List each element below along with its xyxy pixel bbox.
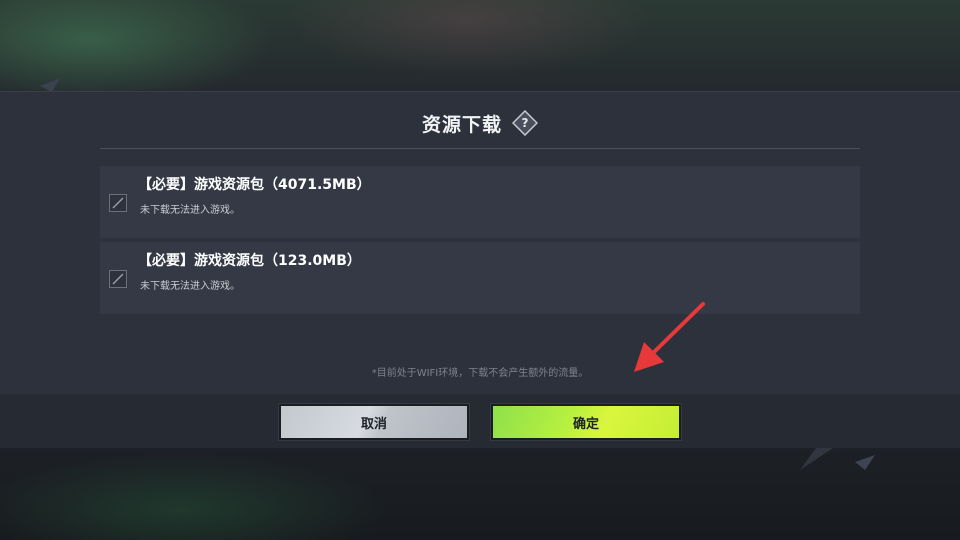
red-arrow-annotation: [634, 302, 705, 372]
